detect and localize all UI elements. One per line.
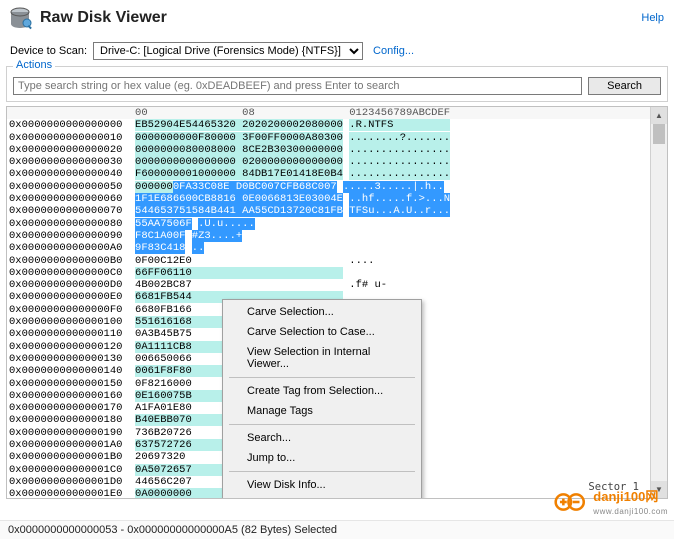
hex-row[interactable]: 0x0000000000000090 F8C1A00F #Z3....+ bbox=[7, 230, 667, 242]
device-label: Device to Scan: bbox=[10, 45, 87, 57]
search-button[interactable]: Search bbox=[588, 77, 661, 95]
actions-group: Actions Search bbox=[6, 66, 668, 102]
app-title: Raw Disk Viewer bbox=[40, 9, 641, 27]
menu-item-search[interactable]: Search... bbox=[225, 428, 419, 448]
watermark-logo bbox=[554, 491, 588, 513]
menu-separator bbox=[229, 377, 415, 378]
hex-row[interactable]: 0x0000000000000080 55AA7506F .U.u..... bbox=[7, 218, 667, 230]
watermark-text: danji100网 bbox=[593, 489, 658, 504]
hex-row[interactable]: 0x0000000000000070 544653751584B441 AA55… bbox=[7, 205, 667, 217]
scroll-up-arrow[interactable]: ▲ bbox=[651, 107, 667, 124]
hex-row[interactable]: 0x00000000000000B0 0F00C12E0 .... bbox=[7, 255, 667, 267]
menu-item-carve-selection-to-case[interactable]: Carve Selection to Case... bbox=[225, 322, 419, 342]
hex-row[interactable]: 0x0000000000000060 1F1E686600CB8816 0E00… bbox=[7, 193, 667, 205]
menu-item-carve-selection[interactable]: Carve Selection... bbox=[225, 302, 419, 322]
hex-row[interactable]: 0x0000000000000010 0000000000F80000 3F00… bbox=[7, 132, 667, 144]
device-row: Device to Scan: Drive-C: [Logical Drive … bbox=[0, 38, 674, 66]
statusbar: 0x0000000000000053 - 0x00000000000000A5 … bbox=[0, 520, 674, 539]
context-menu: Carve Selection...Carve Selection to Cas… bbox=[222, 299, 422, 499]
config-link[interactable]: Config... bbox=[373, 45, 414, 57]
search-input[interactable] bbox=[13, 77, 582, 95]
titlebar: Raw Disk Viewer Help bbox=[0, 0, 674, 38]
hex-row[interactable]: 0x0000000000000030 0000000000000000 0200… bbox=[7, 156, 667, 168]
actions-legend: Actions bbox=[13, 59, 55, 71]
menu-item-manage-tags[interactable]: Manage Tags bbox=[225, 401, 419, 421]
device-select[interactable]: Drive-C: [Logical Drive (Forensics Mode)… bbox=[93, 42, 363, 60]
menu-separator bbox=[229, 471, 415, 472]
hex-row[interactable]: 0x00000000000000A0 9F83C418 .. bbox=[7, 242, 667, 254]
menu-item-view-disk-info[interactable]: View Disk Info... bbox=[225, 475, 419, 495]
hex-row[interactable]: 0x0000000000000000 EB52904E54465320 2020… bbox=[7, 119, 667, 131]
menu-item-view-selection-in-internal-viewer[interactable]: View Selection in Internal Viewer... bbox=[225, 342, 419, 374]
hex-row[interactable]: 0x0000000000000040 F600000001000000 84DB… bbox=[7, 168, 667, 180]
menu-item-jump-to[interactable]: Jump to... bbox=[225, 448, 419, 468]
help-link[interactable]: Help bbox=[641, 12, 664, 24]
hex-row[interactable]: 0x0000000000000020 0000000080008000 8CE2… bbox=[7, 144, 667, 156]
vertical-scrollbar[interactable]: ▲ ▼ bbox=[650, 107, 667, 498]
watermark-url: www.danji100.com bbox=[593, 507, 668, 516]
hex-viewer: 00 08 0123456789ABCDEF0x0000000000000000… bbox=[6, 106, 668, 499]
app-icon bbox=[8, 6, 32, 30]
menu-separator bbox=[229, 424, 415, 425]
menu-item-view-data-decode[interactable]: View Data Decode... bbox=[225, 495, 419, 499]
menu-item-create-tag-from-selection[interactable]: Create Tag from Selection... bbox=[225, 381, 419, 401]
hex-header-row: 00 08 0123456789ABCDEF bbox=[7, 107, 667, 119]
hex-row[interactable]: 0x0000000000000050 0000000FA33C08E D0BC0… bbox=[7, 181, 667, 193]
hex-row[interactable]: 0x00000000000000D0 4B002BC87 .f# u- bbox=[7, 279, 667, 291]
hex-row[interactable]: 0x00000000000000C0 66FF06110 bbox=[7, 267, 667, 279]
watermark: danji100网 www.danji100.com bbox=[554, 486, 668, 517]
scroll-thumb[interactable] bbox=[653, 124, 665, 144]
